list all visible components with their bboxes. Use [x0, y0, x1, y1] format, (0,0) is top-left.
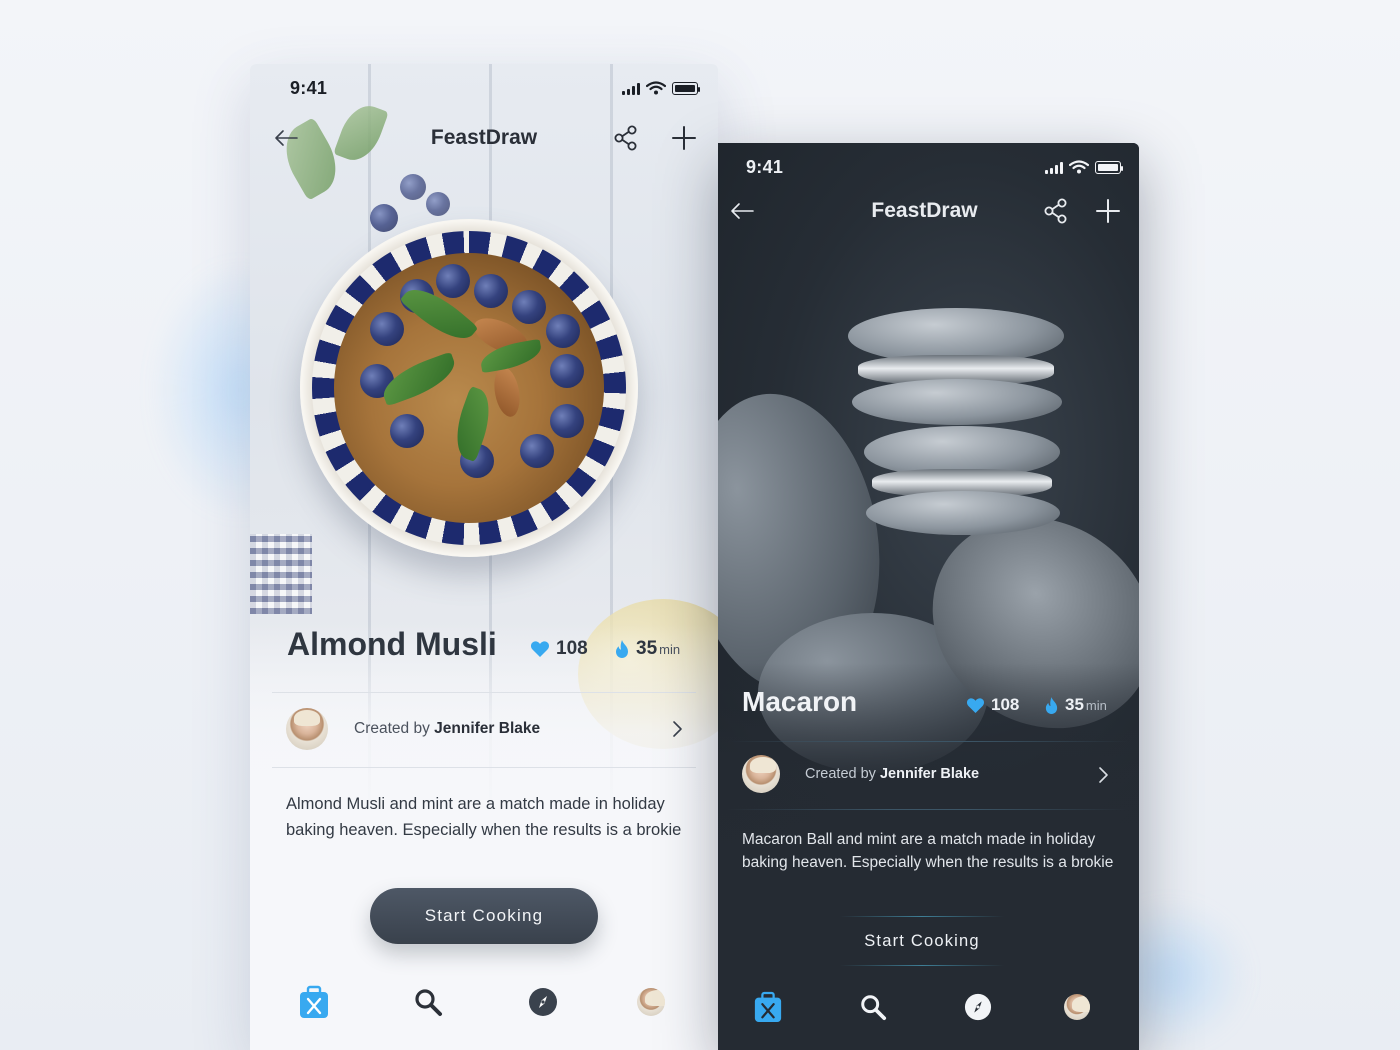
- macaron-bottom-shell: [866, 491, 1060, 535]
- heart-icon: [966, 697, 985, 713]
- signal-icon: [1045, 162, 1063, 174]
- tab-profile[interactable]: [1057, 987, 1097, 1027]
- blueberry: [546, 314, 580, 348]
- search-icon: [415, 989, 442, 1016]
- divider: [272, 767, 696, 768]
- creator-row[interactable]: Created by Jennifer Blake: [250, 693, 718, 767]
- blueberry: [426, 192, 450, 216]
- tab-explore[interactable]: [523, 982, 563, 1022]
- flame-icon: [1045, 696, 1058, 714]
- likes-count: 108: [530, 638, 588, 660]
- arrow-left-icon[interactable]: [728, 199, 756, 223]
- tab-home[interactable]: [294, 982, 334, 1022]
- flame-icon: [616, 640, 628, 658]
- light-phone-screen: 9:41 FeastDraw Almond Musli 108 35 min C…: [250, 64, 718, 1050]
- profile-avatar: [1064, 994, 1090, 1020]
- blueberry: [370, 312, 404, 346]
- blueberry: [520, 434, 554, 468]
- arrow-left-icon[interactable]: [272, 126, 300, 150]
- time-value: 35: [1065, 695, 1084, 714]
- status-time: 9:41: [746, 157, 784, 177]
- likes-value: 108: [556, 638, 588, 659]
- battery-icon: [672, 82, 700, 95]
- creator-prefix: Created by: [805, 766, 876, 782]
- status-icons: [622, 81, 700, 95]
- creator-text: Created by Jennifer Blake: [354, 720, 540, 738]
- creator-prefix: Created by: [354, 720, 430, 737]
- recipe-description: Almond Musli and mint are a match made i…: [286, 795, 682, 839]
- nav-bar: FeastDraw: [718, 187, 1139, 235]
- chevron-right-icon: [673, 721, 682, 737]
- creator-avatar: [742, 755, 780, 793]
- cook-time: 35 min: [1044, 695, 1107, 715]
- blueberry: [370, 204, 398, 232]
- tab-profile[interactable]: [631, 982, 671, 1022]
- app-title: FeastDraw: [430, 126, 538, 149]
- blueberry: [474, 274, 508, 308]
- blueberry: [390, 414, 424, 448]
- compass-icon: [964, 993, 992, 1021]
- checkered-cloth: [250, 534, 312, 614]
- wifi-icon: [646, 81, 666, 95]
- recipe-title: Almond Musli: [287, 626, 497, 662]
- status-icons: [1045, 160, 1123, 174]
- creator-name: Jennifer Blake: [879, 766, 980, 782]
- tab-search[interactable]: [853, 987, 893, 1027]
- tab-bar: [718, 977, 1139, 1037]
- blueberry: [436, 264, 470, 298]
- dark-phone-screen: 9:41 FeastDraw Macaron 108 35 min Create…: [718, 143, 1139, 1050]
- home-bag-icon: [754, 991, 782, 1022]
- chevron-right-icon: [1099, 767, 1108, 783]
- share-icon[interactable]: [612, 124, 640, 152]
- blueberry: [550, 404, 584, 438]
- time-value: 35: [636, 638, 658, 659]
- blueberry: [400, 174, 426, 200]
- profile-avatar: [637, 988, 665, 1016]
- tab-bar: [250, 972, 718, 1032]
- creator-avatar: [286, 708, 328, 750]
- recipe-title: Macaron: [742, 686, 858, 717]
- recipe-description: Macaron Ball and mint are a match made i…: [742, 831, 1114, 871]
- blueberry: [512, 290, 546, 324]
- start-cooking-button[interactable]: Start Cooking: [370, 888, 598, 944]
- creator-name: Jennifer Blake: [434, 720, 541, 737]
- search-icon: [861, 995, 887, 1021]
- home-bag-icon: [300, 985, 328, 1018]
- compass-icon: [529, 988, 557, 1016]
- time-unit: min: [1085, 698, 1107, 713]
- divider: [728, 809, 1128, 810]
- macaron-bottom-shell: [852, 379, 1062, 425]
- creator-row[interactable]: Created by Jennifer Blake: [718, 742, 1139, 816]
- likes-value: 108: [991, 695, 1020, 714]
- creator-text: Created by Jennifer Blake: [805, 766, 979, 782]
- signal-icon: [622, 83, 640, 95]
- plus-icon[interactable]: [670, 124, 698, 152]
- app-title: FeastDraw: [871, 199, 978, 222]
- blueberry: [550, 354, 584, 388]
- tab-search[interactable]: [408, 982, 448, 1022]
- plus-icon[interactable]: [1094, 197, 1122, 225]
- cook-time: 35 min: [614, 638, 680, 660]
- status-bar: 9:41: [250, 64, 718, 108]
- start-cooking-button[interactable]: Start Cooking: [840, 915, 1004, 967]
- share-icon[interactable]: [1042, 197, 1070, 225]
- heart-icon: [530, 641, 550, 657]
- nav-bar: FeastDraw: [250, 114, 718, 162]
- wifi-icon: [1069, 160, 1089, 174]
- battery-icon: [1095, 161, 1123, 174]
- tab-home[interactable]: [748, 987, 788, 1027]
- status-bar: 9:41: [718, 143, 1139, 187]
- likes-count: 108: [966, 695, 1019, 715]
- tab-explore[interactable]: [958, 987, 998, 1027]
- status-time: 9:41: [290, 78, 328, 98]
- time-unit: min: [659, 642, 681, 657]
